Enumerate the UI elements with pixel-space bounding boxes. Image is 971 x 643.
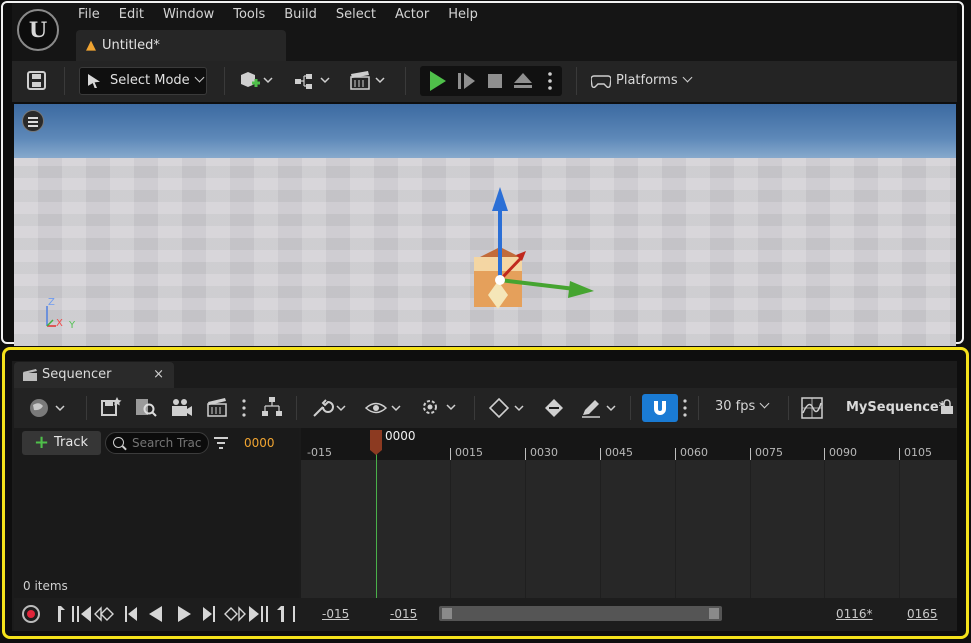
platforms-menu[interactable]: Platforms xyxy=(591,67,693,95)
axis-y-label: Y xyxy=(69,320,76,331)
toolbar-divider xyxy=(405,67,406,95)
eject-icon[interactable] xyxy=(513,72,533,90)
menu-bar: File Edit Window Tools Build Select Acto… xyxy=(78,4,497,26)
chevron-down-icon xyxy=(194,72,205,83)
document-tab-label: Untitled* xyxy=(102,38,160,53)
menu-select[interactable]: Select xyxy=(336,4,387,26)
cinematics-icon[interactable] xyxy=(349,69,387,93)
menu-file[interactable]: File xyxy=(78,4,111,26)
toolbar-divider xyxy=(224,67,225,95)
select-mode-dropdown[interactable]: Select Mode xyxy=(79,67,207,95)
axis-indicator: Z X Y xyxy=(42,296,78,332)
document-tab[interactable]: ▲ Untitled* xyxy=(76,30,286,61)
play-icon[interactable] xyxy=(428,70,448,92)
select-mode-label: Select Mode xyxy=(110,73,190,88)
menu-help[interactable]: Help xyxy=(448,4,489,26)
frame-advance-icon[interactable] xyxy=(457,72,477,90)
cursor-icon xyxy=(88,74,100,88)
toolbar-divider xyxy=(576,67,577,95)
menu-tools[interactable]: Tools xyxy=(233,4,276,26)
transform-gizmo[interactable] xyxy=(470,185,600,315)
gamepad-icon xyxy=(591,75,611,89)
sequencer-highlight-frame xyxy=(2,347,969,639)
menu-edit[interactable]: Edit xyxy=(119,4,155,26)
unreal-logo[interactable]: U xyxy=(17,9,59,51)
toolbar-divider xyxy=(64,67,65,95)
add-actor-icon[interactable] xyxy=(238,69,274,93)
save-icon[interactable] xyxy=(26,71,48,91)
platforms-label: Platforms xyxy=(616,73,678,88)
stop-icon[interactable] xyxy=(487,73,503,89)
axis-z-label: Z xyxy=(48,297,55,308)
blueprint-icon[interactable] xyxy=(293,69,331,93)
chevron-down-icon xyxy=(682,72,693,83)
viewport-menu-button[interactable] xyxy=(22,110,44,132)
menu-window[interactable]: Window xyxy=(163,4,225,26)
menu-build[interactable]: Build xyxy=(284,4,328,26)
axis-x-label: X xyxy=(56,318,63,329)
more-options-icon[interactable] xyxy=(545,70,555,92)
menu-actor[interactable]: Actor xyxy=(395,4,440,26)
level-warning-icon: ▲ xyxy=(86,38,96,53)
